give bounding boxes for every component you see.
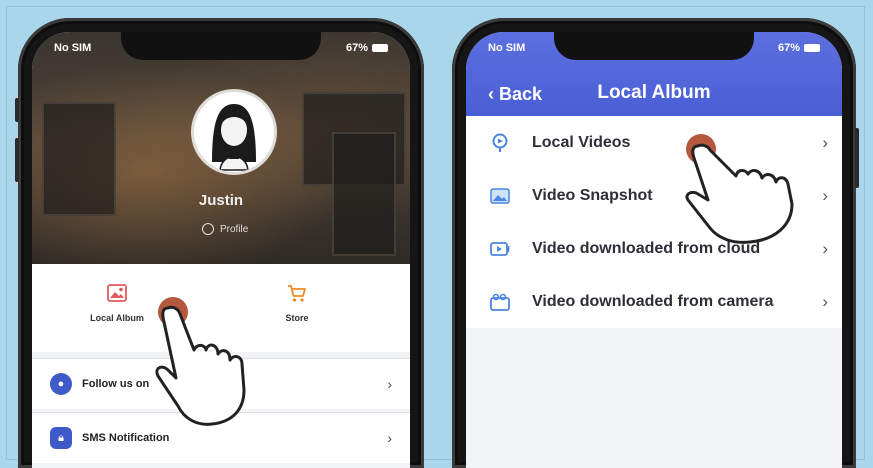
camera-video-icon: [490, 292, 510, 312]
pointing-hand-icon: [155, 305, 246, 426]
local-album-label: Local Album: [90, 313, 144, 323]
battery-label: 67%: [345, 42, 368, 54]
avatar[interactable]: [194, 92, 274, 172]
volume-up-button: [15, 138, 19, 182]
menu-item-label: SMS Notification: [82, 432, 170, 444]
store-label: Store: [285, 313, 309, 323]
profile-icon: [202, 223, 214, 235]
notch: [554, 32, 754, 60]
video-pin-icon: [490, 133, 510, 153]
pointing-hand-icon: [685, 143, 794, 244]
profile-link[interactable]: Profile: [202, 223, 248, 235]
chevron-right-icon: ›: [387, 376, 392, 392]
follow-icon: ●: [50, 373, 72, 395]
list-item-label: Local Videos: [532, 133, 631, 151]
battery-label: 67%: [777, 42, 800, 54]
list-item-camera-downloads[interactable]: Video downloaded from camera ›: [466, 275, 842, 328]
battery-icon: [804, 44, 820, 52]
mute-switch: [15, 98, 19, 122]
profile-link-label: Profile: [220, 223, 249, 235]
local-album-screen: ‹ Back Local Album No SIM 67% Local Vide…: [466, 32, 842, 468]
notch: [121, 32, 321, 60]
carrier-label: No SIM: [488, 42, 526, 54]
page-title: Local Album: [597, 82, 711, 103]
chevron-right-icon: ›: [822, 238, 828, 258]
chevron-right-icon: ›: [822, 132, 828, 152]
chevron-right-icon: ›: [387, 430, 392, 446]
menu-item-label: Follow us on: [82, 378, 150, 390]
avatar-illustration: [212, 104, 256, 171]
list-item-label: Video Snapshot: [532, 186, 653, 204]
chevron-right-icon: ›: [822, 291, 828, 311]
store-shortcut[interactable]: Store: [252, 282, 342, 323]
carrier-label: No SIM: [54, 42, 92, 54]
power-button: [855, 128, 859, 188]
user-name: Justin: [198, 192, 244, 209]
battery-icon: [372, 44, 388, 52]
image-icon: [107, 284, 127, 302]
photo-icon: [490, 186, 510, 206]
list-item-label: Video downloaded from camera: [532, 292, 774, 310]
cart-icon: [288, 285, 306, 302]
local-album-shortcut[interactable]: Local Album: [72, 282, 162, 323]
battery-indicator: 67%: [346, 42, 388, 54]
cloud-video-icon: [490, 239, 510, 259]
lock-icon: 🔒︎: [50, 427, 72, 449]
chevron-right-icon: ›: [822, 185, 828, 205]
battery-indicator: 67%: [778, 42, 820, 54]
